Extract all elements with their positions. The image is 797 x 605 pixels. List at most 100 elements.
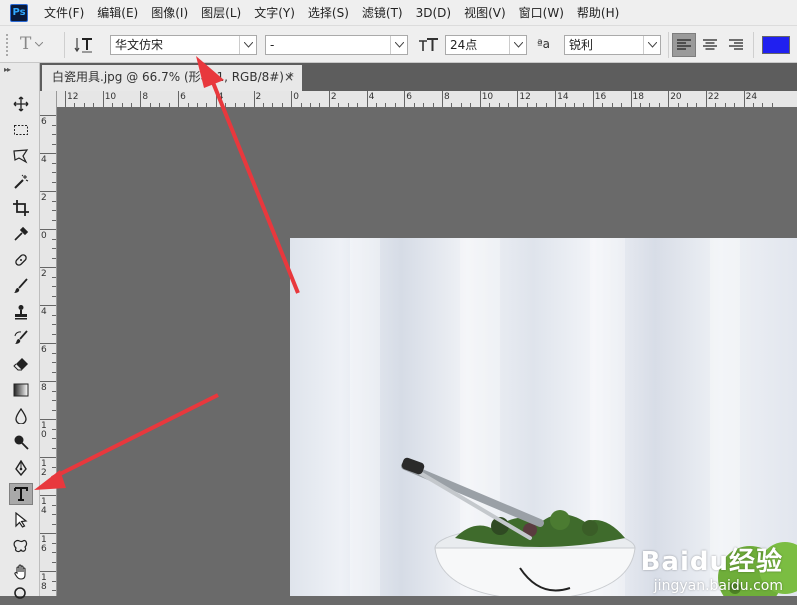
menu-layer[interactable]: 图层(L): [201, 4, 241, 21]
ruler-tick: [555, 91, 557, 107]
collapse-panel-icon[interactable]: ▸▸: [4, 65, 11, 74]
ruler-tick-label: 4: [41, 307, 47, 317]
pen-tool[interactable]: [9, 457, 33, 479]
ruler-tick: [404, 91, 406, 107]
align-center-button[interactable]: [698, 33, 722, 57]
document-tab[interactable]: 白瓷用具.jpg @ 66.7% (形状 1, RGB/8#) * ×: [42, 65, 302, 91]
ruler-tick: [52, 580, 56, 582]
tool-preset-picker[interactable]: T: [20, 34, 44, 54]
menu-bar: Ps 文件(F) 编辑(E) 图像(I) 图层(L) 文字(Y) 选择(S) 滤…: [0, 0, 797, 25]
ruler-tick: [743, 91, 745, 107]
eyedropper-icon: [14, 226, 29, 241]
tools-panel: ▸▸: [0, 63, 40, 599]
eyedropper-tool[interactable]: [9, 223, 33, 245]
hand-tool[interactable]: [9, 561, 33, 583]
ruler-tick: [52, 134, 56, 135]
custom-shape-tool[interactable]: [9, 535, 33, 557]
dodge-tool[interactable]: [9, 431, 33, 453]
ruler-tick: [40, 457, 56, 458]
ruler-tick: [65, 91, 66, 107]
horizontal-ruler[interactable]: 12 10 8 6 4 2 0 2 4 6 8 10 12 14 16 18 20 22 24: [57, 91, 797, 108]
ruler-tick-label: 6: [41, 345, 47, 355]
align-right-button[interactable]: [724, 33, 748, 57]
dodge-icon: [14, 435, 29, 450]
ruler-tick: [668, 91, 670, 107]
magic-wand-tool[interactable]: [9, 171, 33, 193]
antialias-select[interactable]: 锐利: [564, 35, 661, 55]
close-icon[interactable]: ×: [284, 65, 294, 89]
ruler-tick: [40, 229, 56, 230]
menu-edit[interactable]: 编辑(E): [97, 4, 138, 21]
move-tool[interactable]: [9, 93, 33, 115]
shape-icon: [13, 539, 28, 553]
menu-file[interactable]: 文件(F): [44, 4, 84, 21]
ruler-tick: [52, 248, 56, 249]
type-tool-preset-icon: T: [20, 34, 32, 54]
ruler-tick: [291, 91, 293, 107]
menu-type[interactable]: 文字(Y): [254, 4, 295, 21]
eraser-tool[interactable]: [9, 353, 33, 375]
arrow-pointer-icon: [15, 512, 28, 528]
ruler-tick: [253, 91, 255, 107]
ruler-tick: [52, 295, 56, 297]
ruler-tick: [40, 343, 56, 344]
zoom-tool[interactable]: [9, 583, 33, 605]
menu-3d[interactable]: 3D(D): [416, 6, 451, 20]
text-color-swatch[interactable]: [762, 36, 790, 54]
menu-window[interactable]: 窗口(W): [519, 4, 564, 21]
font-family-value: 华文仿宋: [115, 38, 164, 52]
ruler-tick: [52, 485, 56, 487]
font-size-select[interactable]: 24点: [445, 35, 527, 55]
ruler-tick: [52, 362, 56, 363]
options-grip[interactable]: [6, 34, 10, 56]
ruler-tick: [328, 91, 330, 107]
watermark-logo: Baidu经验: [640, 547, 783, 577]
ruler-tick-label: 16: [594, 92, 607, 102]
type-tool[interactable]: [9, 483, 33, 505]
document-tab-title: 白瓷用具.jpg @ 66.7% (形状 1, RGB/8#) *: [52, 70, 294, 84]
history-brush-tool[interactable]: [9, 327, 33, 349]
ruler-tick-label: 4: [217, 92, 224, 102]
menu-image[interactable]: 图像(I): [151, 4, 188, 21]
brush-tool[interactable]: [9, 275, 33, 297]
marquee-tool[interactable]: [9, 119, 33, 141]
chevron-down-icon: [239, 36, 256, 54]
ruler-tick: [102, 91, 104, 107]
ruler-tick-label: 18: [632, 92, 644, 102]
healing-brush-tool[interactable]: [9, 249, 33, 271]
ruler-tick-label: 22: [707, 92, 720, 102]
move-icon: [13, 96, 29, 112]
document-image[interactable]: Baidu经验 jingyan.baidu.com: [290, 238, 797, 596]
lasso-tool[interactable]: [9, 145, 33, 167]
path-selection-tool[interactable]: [9, 509, 33, 531]
ruler-tick-label: 0: [293, 92, 299, 102]
toggle-text-orientation-button[interactable]: [74, 36, 94, 57]
menu-view[interactable]: 视图(V): [464, 4, 506, 21]
ruler-tick-label: 8: [142, 92, 149, 102]
chevron-down-icon: [35, 41, 44, 47]
ruler-tick-label: 20: [670, 92, 682, 102]
ruler-tick: [52, 590, 56, 591]
menu-filter[interactable]: 滤镜(T): [362, 4, 403, 21]
ruler-tick-label: 8: [41, 383, 47, 393]
ruler-tick-label: 12: [519, 92, 531, 102]
crop-tool[interactable]: [9, 197, 33, 219]
eraser-icon: [13, 358, 28, 371]
ruler-tick: [52, 438, 56, 439]
clone-stamp-tool[interactable]: [9, 301, 33, 323]
align-left-button[interactable]: [672, 33, 696, 57]
photoshop-logo[interactable]: Ps: [10, 3, 28, 22]
blur-tool[interactable]: [9, 405, 33, 427]
separator: [64, 32, 65, 58]
vertical-ruler[interactable]: 6 4 2 0 2 4 6 8 10 12 14 16 18: [40, 91, 57, 596]
menu-select[interactable]: 选择(S): [308, 4, 349, 21]
gradient-tool[interactable]: [9, 379, 33, 401]
ruler-tick: [52, 476, 56, 477]
align-center-icon: [703, 39, 717, 50]
ruler-tick: [52, 143, 56, 145]
ruler-tick: [52, 523, 56, 525]
font-family-select[interactable]: 华文仿宋: [110, 35, 257, 55]
menu-help[interactable]: 帮助(H): [577, 4, 619, 21]
font-style-select[interactable]: -: [265, 35, 408, 55]
ruler-tick: [52, 352, 56, 354]
